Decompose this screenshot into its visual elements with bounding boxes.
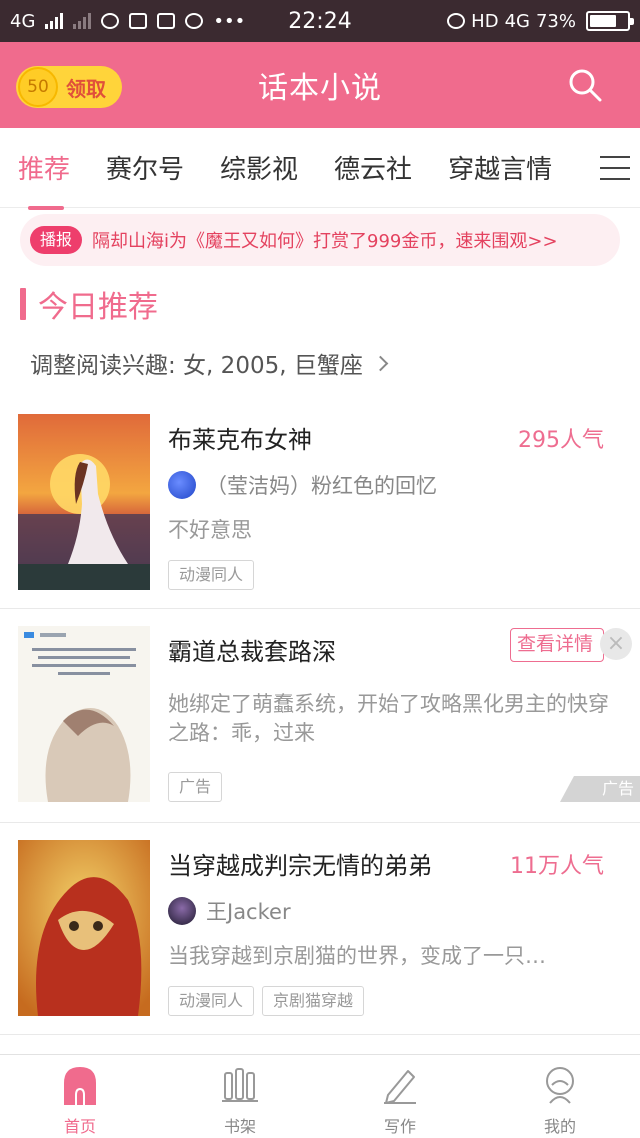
app-header: 50 领取 话本小说 [0, 42, 640, 128]
broadcast-badge: 播报 [30, 226, 83, 254]
nav-label: 我的 [543, 1117, 576, 1136]
item-description: 她绑定了萌蠢系统，开始了攻略黑化男主的快穿之路：乖，过来 [168, 692, 609, 745]
battery-icon [586, 11, 634, 31]
interest-text: 调整阅读兴趣: 女, 2005, 巨蟹座 [30, 353, 363, 379]
nav-bookshelf[interactable]: 书架 [160, 1055, 320, 1138]
author-avatar [168, 471, 196, 499]
battery-fill [590, 15, 616, 27]
author-avatar [168, 897, 196, 925]
author[interactable]: 王Jacker [168, 896, 291, 926]
author-name: 王Jacker [206, 900, 291, 924]
nav-write[interactable]: 写作 [320, 1055, 480, 1138]
nav-home[interactable]: 首页 [0, 1055, 160, 1138]
signal-icon [45, 13, 64, 29]
tab-seer[interactable]: 赛尔号 [106, 149, 184, 186]
bottom-navigation: 首页 书架 写作 我的 [0, 1054, 640, 1138]
divider [0, 1034, 640, 1035]
profile-icon [546, 1067, 574, 1104]
item-title[interactable]: 霸道总裁套路深 [168, 632, 336, 667]
tab-label: 赛尔号 [106, 155, 185, 185]
adjust-interest-link[interactable]: 调整阅读兴趣: 女, 2005, 巨蟹座 [30, 346, 389, 380]
nav-label: 写作 [383, 1117, 416, 1136]
tab-time-travel[interactable]: 穿越言情 [448, 149, 552, 186]
tab-label: 综影视 [220, 155, 299, 185]
signal-secondary-icon [73, 13, 92, 29]
ad-cover [18, 626, 150, 802]
tag[interactable]: 京剧猫穿越 [262, 986, 365, 1016]
tab-label: 穿越言情 [448, 155, 553, 185]
tab-deyunshe[interactable]: 德云社 [334, 149, 412, 186]
chevron-right-icon [372, 355, 389, 371]
alarm-icon [447, 13, 466, 29]
bookshelf-icon [222, 1068, 258, 1102]
broadcast-text: 隔却山海i为《魔王又如何》打赏了999金币，速来围观>> [92, 231, 558, 252]
search-icon[interactable] [568, 68, 602, 102]
network-type: 4G [10, 10, 36, 32]
tag: 广告 [168, 772, 223, 802]
battery-percent: 73% [535, 10, 576, 32]
nav-profile[interactable]: 我的 [480, 1055, 640, 1138]
app-icon [185, 13, 204, 29]
item-title[interactable]: 布莱克布女神 [168, 420, 312, 455]
tab-label: 德云社 [334, 155, 413, 185]
author-name: （莹洁妈）粉红色的回忆 [206, 474, 437, 498]
book-cover [18, 840, 150, 1016]
network-type-2: 4G [504, 10, 530, 32]
item-description: 当我穿越到京剧猫的世界，变成了一只… [168, 944, 546, 968]
home-icon [64, 1067, 96, 1105]
close-ad-button[interactable]: × [600, 628, 632, 660]
view-details-button[interactable]: 查看详情 [510, 628, 604, 662]
tag-list: 动漫同人 [168, 560, 255, 590]
mail-icon-2 [157, 13, 176, 29]
nav-label: 书架 [223, 1117, 256, 1136]
item-title[interactable]: 当穿越成判宗无情的弟弟 [168, 846, 432, 881]
notification-icon [101, 13, 120, 29]
hd-indicator: HD [471, 10, 499, 32]
book-cover [18, 414, 150, 590]
author[interactable]: （莹洁妈）粉红色的回忆 [168, 470, 437, 500]
popularity: 11万人气 [510, 854, 604, 879]
tab-film-tv[interactable]: 综影视 [220, 149, 298, 186]
more-notifications-icon: ••• [213, 10, 246, 32]
section-marker [20, 288, 26, 320]
item-description: 不好意思 [168, 518, 252, 542]
nav-label: 首页 [63, 1117, 96, 1136]
mail-icon [129, 13, 148, 29]
tab-recommend[interactable]: 推荐 [18, 149, 71, 210]
menu-icon[interactable] [600, 156, 630, 180]
tag[interactable]: 动漫同人 [168, 560, 255, 590]
category-tabs: 推荐 赛尔号 综影视 德云社 穿越言情 [0, 128, 640, 210]
broadcast-banner[interactable]: 播报 隔却山海i为《魔王又如何》打赏了999金币，速来围观>> [20, 214, 620, 266]
tag-list: 广告 [168, 772, 223, 802]
tag[interactable]: 动漫同人 [168, 986, 255, 1016]
section-title-text: 今日推荐 [38, 290, 158, 325]
active-tab-indicator [28, 206, 64, 210]
divider [0, 608, 640, 609]
app-title: 话本小说 [258, 71, 382, 106]
tab-label: 推荐 [18, 155, 71, 185]
ad-label: 广告 [560, 776, 640, 802]
divider [0, 822, 640, 823]
tag-list: 动漫同人 京剧猫穿越 [168, 986, 365, 1016]
status-bar: 4G ••• 22:24 HD 4G 73% [0, 0, 640, 42]
section-title: 今日推荐 [20, 286, 158, 325]
popularity: 295人气 [518, 428, 604, 453]
pencil-icon [384, 1070, 416, 1104]
